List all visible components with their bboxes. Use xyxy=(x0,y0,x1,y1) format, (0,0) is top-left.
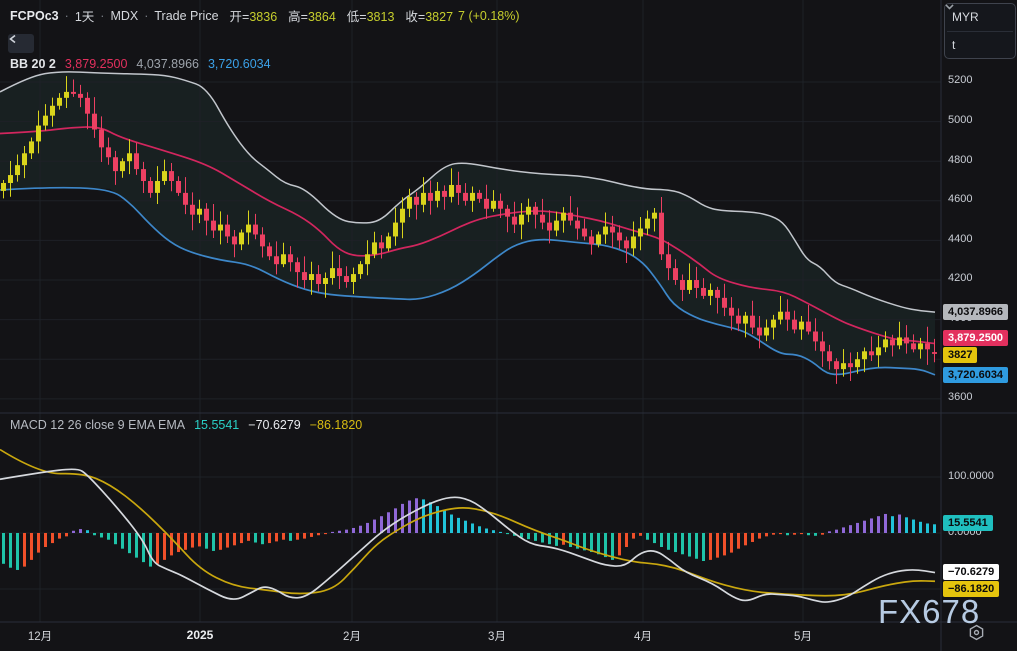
ohlc-high: 高=3864 xyxy=(288,6,336,25)
price-tick: 4400 xyxy=(948,233,972,245)
last-price-badge: 3827 xyxy=(943,347,977,363)
series-type-label: Trade Price xyxy=(154,9,218,23)
macd-hist-badge: 15.5541 xyxy=(943,515,993,531)
ohlc-open: 开=3836 xyxy=(230,6,278,25)
bb-lower-value: 3,720.6034 xyxy=(208,57,271,71)
change-value: 7 (+0.18%) xyxy=(458,9,520,23)
currency-dropdown[interactable]: MYR xyxy=(945,4,1015,31)
macd-indicator-name: MACD 12 26 close 9 EMA EMA xyxy=(10,418,185,432)
separator: · xyxy=(65,9,69,23)
macd-line-value: −70.6279 xyxy=(248,418,300,432)
price-tick: 4600 xyxy=(948,193,972,205)
price-tick: 5000 xyxy=(948,114,972,126)
time-tick-dec[interactable]: 12月 xyxy=(28,628,52,644)
price-tick: 5200 xyxy=(948,74,972,86)
time-tick-feb[interactable]: 2月 xyxy=(343,628,361,644)
ohlc-close: 收=3827 xyxy=(405,6,453,25)
unit-dropdown[interactable]: t xyxy=(945,32,1015,59)
bb-basis-badge: 3,879.2500 xyxy=(943,330,1008,346)
chevron-down-icon xyxy=(945,4,954,10)
back-button[interactable] xyxy=(8,34,34,53)
ohlc-low: 低=3813 xyxy=(347,6,395,25)
bb-upper-badge: 4,037.8966 xyxy=(943,304,1008,320)
macd-line-badge: −70.6279 xyxy=(943,564,999,580)
exchange-label: MDX xyxy=(110,9,138,23)
bb-upper-value: 4,037.8966 xyxy=(136,57,199,71)
price-tick: 3600 xyxy=(948,391,972,403)
price-tick: 4800 xyxy=(948,154,972,166)
bb-basis-value: 3,879.2500 xyxy=(65,57,128,71)
time-tick-apr[interactable]: 4月 xyxy=(634,628,652,644)
trading-chart-app: FCPOc3 · 1天 · MDX · Trade Price 开=3836 高… xyxy=(0,0,1017,651)
chevron-left-icon xyxy=(8,34,18,44)
bb-indicator-name: BB 20 2 xyxy=(10,57,56,71)
separator: · xyxy=(100,9,104,23)
macd-signal-value: −86.1820 xyxy=(310,418,362,432)
currency-value: MYR xyxy=(952,10,979,24)
macd-lines xyxy=(0,450,935,603)
time-tick-mar[interactable]: 3月 xyxy=(488,628,506,644)
separator: · xyxy=(144,9,148,23)
bb-indicator-row[interactable]: BB 20 2 3,879.2500 4,037.8966 3,720.6034 xyxy=(10,57,271,71)
time-tick-may[interactable]: 5月 xyxy=(794,628,812,644)
gear-icon[interactable] xyxy=(968,624,990,646)
symbol-header: FCPOc3 · 1天 · MDX · Trade Price 开=3836 高… xyxy=(10,6,520,25)
watermark: FX678 xyxy=(878,593,980,631)
macd-tick: 100.0000 xyxy=(948,470,994,482)
bb-lower-badge: 3,720.6034 xyxy=(943,367,1008,383)
macd-hist-value: 15.5541 xyxy=(194,418,239,432)
macd-indicator-row[interactable]: MACD 12 26 close 9 EMA EMA 15.5541 −70.6… xyxy=(10,418,362,432)
symbol-name[interactable]: FCPOc3 xyxy=(10,9,59,23)
time-tick-2025[interactable]: 2025 xyxy=(187,628,214,642)
price-macd-chart[interactable] xyxy=(0,0,1017,651)
currency-unit-selector: MYR t xyxy=(944,3,1016,59)
interval-label[interactable]: 1天 xyxy=(75,6,94,25)
price-tick: 4200 xyxy=(948,272,972,284)
unit-value: t xyxy=(952,38,955,52)
